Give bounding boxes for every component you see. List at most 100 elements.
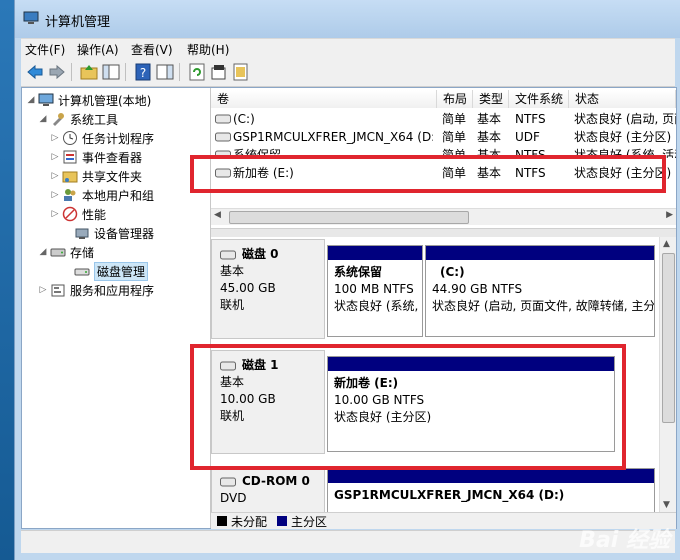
partition-system-reserved[interactable]: 系统保留 100 MB NTFS 状态良好 (系统, <box>327 245 423 337</box>
column-header-layout[interactable]: 布局 <box>437 90 473 108</box>
cdrom-icon <box>220 477 236 486</box>
menu-view[interactable]: 查看(V) <box>131 41 173 58</box>
disk-type: 基本 <box>220 375 245 389</box>
tree-item-storage[interactable]: ◢ 存储 <box>38 243 94 261</box>
cell-filesystem: UDF <box>515 130 540 144</box>
cell-layout: 简单 <box>442 166 467 180</box>
primary-swatch <box>277 516 288 526</box>
partition-bar <box>328 469 654 483</box>
column-header-status[interactable]: 状态 <box>569 90 676 108</box>
tree-item-services[interactable]: ▷ 服务和应用程序 <box>38 281 154 299</box>
cell-filesystem: NTFS <box>515 112 546 126</box>
title-bar: 计算机管理 <box>15 0 680 38</box>
computer-management-window: 计算机管理 文件(F) 操作(A) 查看(V) 帮助(H) ? ◢ 计算机管理(… <box>14 0 680 560</box>
tree-item-device-manager[interactable]: 设备管理器 <box>62 224 154 242</box>
table-row[interactable]: 系统保留 简单 基本 NTFS 状态良好 (系统, 活动 <box>211 146 676 158</box>
cdrom-0-label[interactable]: CD-ROM 0 DVD <box>211 466 325 512</box>
drive-icon <box>215 150 231 158</box>
partition-c-drive[interactable]: (C:) 44.90 GB NTFS 状态良好 (启动, 页面文件, 故障转储,… <box>425 245 655 337</box>
shared-folder-icon <box>62 171 78 183</box>
cell-volume: 新加卷 (E:) <box>233 166 294 180</box>
expand-triangle-icon[interactable]: ▷ <box>38 285 48 295</box>
expand-triangle-icon[interactable]: ▷ <box>50 152 60 162</box>
toolbar: ? <box>21 58 675 87</box>
clock-icon <box>63 131 77 145</box>
tree-item-computer-management[interactable]: ◢ 计算机管理(本地) <box>26 91 151 109</box>
collapse-triangle-icon[interactable]: ◢ <box>38 247 48 257</box>
partition-status: 状态良好 (系统, <box>334 299 419 313</box>
scrollbar-thumb[interactable] <box>229 211 469 224</box>
disk-icon <box>220 361 236 370</box>
tree-label: 本地用户和组 <box>82 188 155 203</box>
desktop-background <box>0 0 14 560</box>
services-icon <box>51 284 65 297</box>
partition-d-drive[interactable]: GSP1RMCULXFRER_JMCN_X64 (D:) <box>327 468 655 512</box>
tree-item-task-scheduler[interactable]: ▷ 任务计划程序 <box>50 129 154 147</box>
column-header-filesystem[interactable]: 文件系统 <box>509 90 569 108</box>
cell-layout: 简单 <box>442 148 467 158</box>
horizontal-scrollbar[interactable]: ◀ ▶ <box>211 208 676 225</box>
expand-triangle-icon[interactable]: ▷ <box>50 190 60 200</box>
users-icon <box>64 189 76 201</box>
collapse-triangle-icon[interactable]: ◢ <box>38 114 48 124</box>
menu-file[interactable]: 文件(F) <box>25 41 65 58</box>
scroll-left-icon[interactable]: ◀ <box>214 210 221 220</box>
tree-item-local-users[interactable]: ▷ 本地用户和组 <box>50 186 154 204</box>
scroll-down-icon[interactable]: ▼ <box>663 500 670 510</box>
menu-bar: 文件(F) 操作(A) 查看(V) 帮助(H) <box>21 38 675 59</box>
disk-name: 磁盘 0 <box>242 247 279 261</box>
cell-volume: 系统保留 <box>233 148 282 158</box>
disk-1-label[interactable]: 磁盘 1 基本 10.00 GB 联机 <box>211 350 325 454</box>
menu-help[interactable]: 帮助(H) <box>187 41 229 58</box>
scrollbar-thumb[interactable] <box>662 253 675 423</box>
partition-e-drive[interactable]: 新加卷 (E:) 10.00 GB NTFS 状态良好 (主分区) <box>327 356 615 452</box>
collapse-triangle-icon[interactable]: ◢ <box>26 95 36 105</box>
column-header-type[interactable]: 类型 <box>473 90 509 108</box>
computer-management-icon <box>23 11 39 24</box>
expand-triangle-icon[interactable]: ▷ <box>50 133 60 143</box>
scroll-up-icon[interactable]: ▲ <box>663 239 670 249</box>
forward-arrow-icon[interactable] <box>47 63 67 81</box>
export-icon[interactable] <box>231 63 251 81</box>
cell-volume: GSP1RMCULXFRER_JMCN_X64 (D:) <box>233 130 433 144</box>
window-title: 计算机管理 <box>45 15 111 30</box>
help-icon[interactable]: ? <box>133 63 153 81</box>
cell-type: 基本 <box>477 112 502 126</box>
expand-triangle-icon[interactable]: ▷ <box>50 171 60 181</box>
event-viewer-icon <box>63 150 77 164</box>
navigation-tree: ◢ 计算机管理(本地) ◢ 系统工具 ▷ 任务计划程序 ▷ 事件查看器 ▷ 共享… <box>22 88 211 528</box>
menu-action[interactable]: 操作(A) <box>77 41 119 58</box>
tree-label: 服务和应用程序 <box>70 283 155 298</box>
expand-triangle-icon[interactable]: ▷ <box>50 209 60 219</box>
partition-name: 系统保留 <box>334 265 383 279</box>
tree-item-system-tools[interactable]: ◢ 系统工具 <box>38 110 118 128</box>
disk-name: 磁盘 1 <box>242 358 279 372</box>
properties-icon[interactable] <box>209 63 229 81</box>
folder-up-icon[interactable] <box>79 63 99 81</box>
tree-item-disk-management[interactable]: 磁盘管理 <box>62 261 149 281</box>
vertical-scrollbar[interactable]: ▲ ▼ <box>659 237 676 512</box>
disk-icon <box>220 250 236 259</box>
show-hide-tree-icon[interactable] <box>101 63 121 81</box>
tree-label: 设备管理器 <box>94 226 155 241</box>
tree-item-shared-folders[interactable]: ▷ 共享文件夹 <box>50 167 142 185</box>
scroll-right-icon[interactable]: ▶ <box>666 210 673 220</box>
table-row[interactable]: (C:) 简单 基本 NTFS 状态良好 (启动, 页面 <box>211 110 676 128</box>
tree-item-event-viewer[interactable]: ▷ 事件查看器 <box>50 148 142 166</box>
storage-icon <box>50 248 66 257</box>
tree-label: 事件查看器 <box>82 150 143 165</box>
computer-icon <box>38 93 54 106</box>
drive-icon <box>215 168 231 178</box>
refresh-icon[interactable] <box>187 63 207 81</box>
properties-panel-icon[interactable] <box>155 63 175 81</box>
partition-size: 10.00 GB NTFS <box>334 393 425 407</box>
table-row[interactable]: 新加卷 (E:) 简单 基本 NTFS 状态良好 (主分区) <box>211 164 676 182</box>
back-arrow-icon[interactable] <box>25 63 45 81</box>
tree-label: 磁盘管理 <box>94 261 149 281</box>
tree-item-performance[interactable]: ▷ 性能 <box>50 205 106 223</box>
column-header-volume[interactable]: 卷 <box>211 90 437 108</box>
table-row[interactable]: GSP1RMCULXFRER_JMCN_X64 (D:) 简单 基本 UDF 状… <box>211 128 676 146</box>
tree-label: 存储 <box>70 245 95 260</box>
disk-0-label[interactable]: 磁盘 0 基本 45.00 GB 联机 <box>211 239 325 339</box>
main-content: ◢ 计算机管理(本地) ◢ 系统工具 ▷ 任务计划程序 ▷ 事件查看器 ▷ 共享… <box>21 87 677 529</box>
